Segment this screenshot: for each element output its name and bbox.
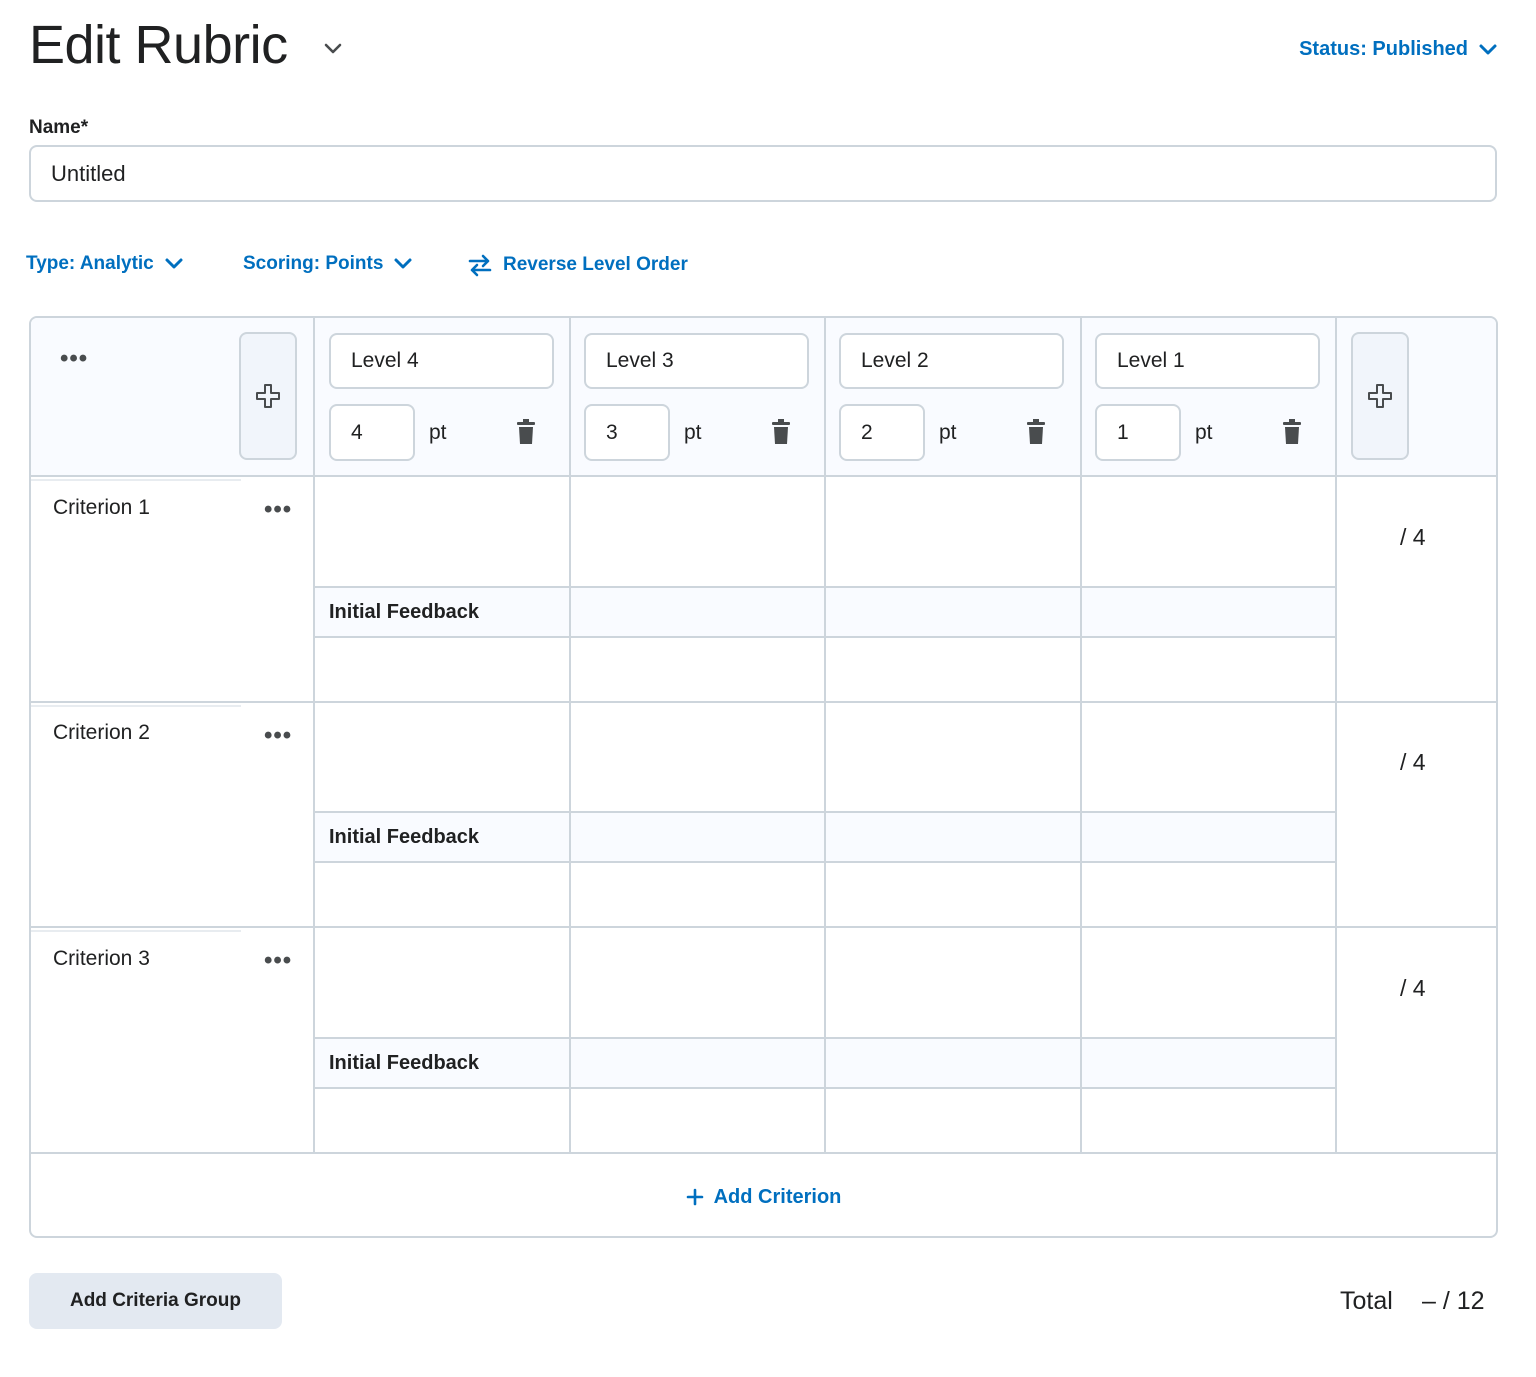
level-name-input[interactable]: [584, 333, 809, 389]
divider: [31, 479, 241, 481]
scoring-label: Scoring: Points: [243, 253, 384, 274]
level-name-input[interactable]: [329, 333, 554, 389]
level-points-input[interactable]: [839, 404, 925, 461]
total-value: – / 12: [1422, 1287, 1485, 1315]
criterion-score: / 4: [1400, 975, 1426, 1001]
divider: [1080, 318, 1082, 1152]
trash-icon[interactable]: [1026, 419, 1046, 445]
scoring-dropdown[interactable]: Scoring: Points: [243, 253, 413, 275]
divider: [315, 811, 1337, 813]
feedback-label: Initial Feedback: [329, 601, 480, 623]
add-level-start-button[interactable]: [239, 332, 297, 460]
feedback-label: Initial Feedback: [329, 826, 480, 848]
divider: [313, 318, 315, 1152]
level-points-input[interactable]: [1095, 404, 1181, 461]
divider: [31, 926, 1496, 928]
chevron-down-icon: [394, 258, 412, 269]
plus-icon: [1368, 384, 1392, 408]
reverse-label: Reverse Level Order: [503, 254, 688, 275]
criterion-name[interactable]: Criterion 1: [53, 496, 150, 520]
plus-icon: [256, 384, 280, 408]
trash-icon[interactable]: [1282, 419, 1302, 445]
criterion-more-icon[interactable]: •••: [264, 498, 292, 522]
divider: [31, 701, 1496, 703]
reverse-level-order-button[interactable]: Reverse Level Order: [467, 253, 688, 277]
divider: [315, 1037, 1337, 1039]
swap-icon: [468, 254, 492, 277]
divider: [31, 1152, 1496, 1154]
divider: [315, 861, 1337, 863]
criterion-more-icon[interactable]: •••: [264, 724, 292, 748]
divider: [315, 586, 1337, 588]
add-criterion-button[interactable]: Add Criterion: [31, 1156, 1496, 1236]
chevron-down-icon: [1479, 44, 1497, 54]
rubric-table: ••• pt pt pt pt Criterion 1 ••• / 4 Init…: [29, 316, 1498, 1238]
add-criterion-label: Add Criterion: [713, 1185, 842, 1208]
total-label: Total: [1340, 1287, 1393, 1315]
chevron-down-icon: [165, 258, 183, 269]
plus-icon: [686, 1188, 703, 1206]
level-name-input[interactable]: [839, 333, 1064, 389]
criterion-name[interactable]: Criterion 3: [53, 947, 150, 971]
name-label: Name*: [29, 117, 89, 138]
divider: [31, 475, 1496, 477]
type-label: Type: Analytic: [26, 253, 154, 274]
divider: [31, 930, 241, 932]
level-points-input[interactable]: [329, 404, 415, 461]
page-title: Edit Rubric: [29, 15, 288, 75]
divider: [569, 318, 571, 1152]
type-dropdown[interactable]: Type: Analytic: [26, 253, 184, 275]
criterion-score: / 4: [1400, 749, 1426, 775]
divider: [1335, 318, 1337, 1152]
points-unit: pt: [429, 421, 447, 444]
status-dropdown[interactable]: Status: Published: [1299, 38, 1498, 61]
divider: [824, 318, 826, 1152]
points-unit: pt: [939, 421, 957, 444]
feedback-label: Initial Feedback: [329, 1052, 480, 1074]
divider: [315, 1087, 1337, 1089]
level-name-input[interactable]: [1095, 333, 1320, 389]
criterion-more-icon[interactable]: •••: [264, 949, 292, 973]
criterion-name[interactable]: Criterion 2: [53, 721, 150, 745]
title-menu-chevron-icon[interactable]: [322, 38, 344, 58]
status-label: Status: Published: [1299, 38, 1468, 60]
rubric-more-icon[interactable]: •••: [60, 347, 88, 371]
trash-icon[interactable]: [516, 419, 536, 445]
points-unit: pt: [1195, 421, 1213, 444]
add-criteria-group-button[interactable]: Add Criteria Group: [29, 1273, 282, 1329]
criterion-score: / 4: [1400, 524, 1426, 550]
name-input[interactable]: [29, 145, 1497, 202]
divider: [31, 705, 241, 707]
level-points-input[interactable]: [584, 404, 670, 461]
points-unit: pt: [684, 421, 702, 444]
add-level-end-button[interactable]: [1351, 332, 1409, 460]
divider: [315, 636, 1337, 638]
trash-icon[interactable]: [771, 419, 791, 445]
